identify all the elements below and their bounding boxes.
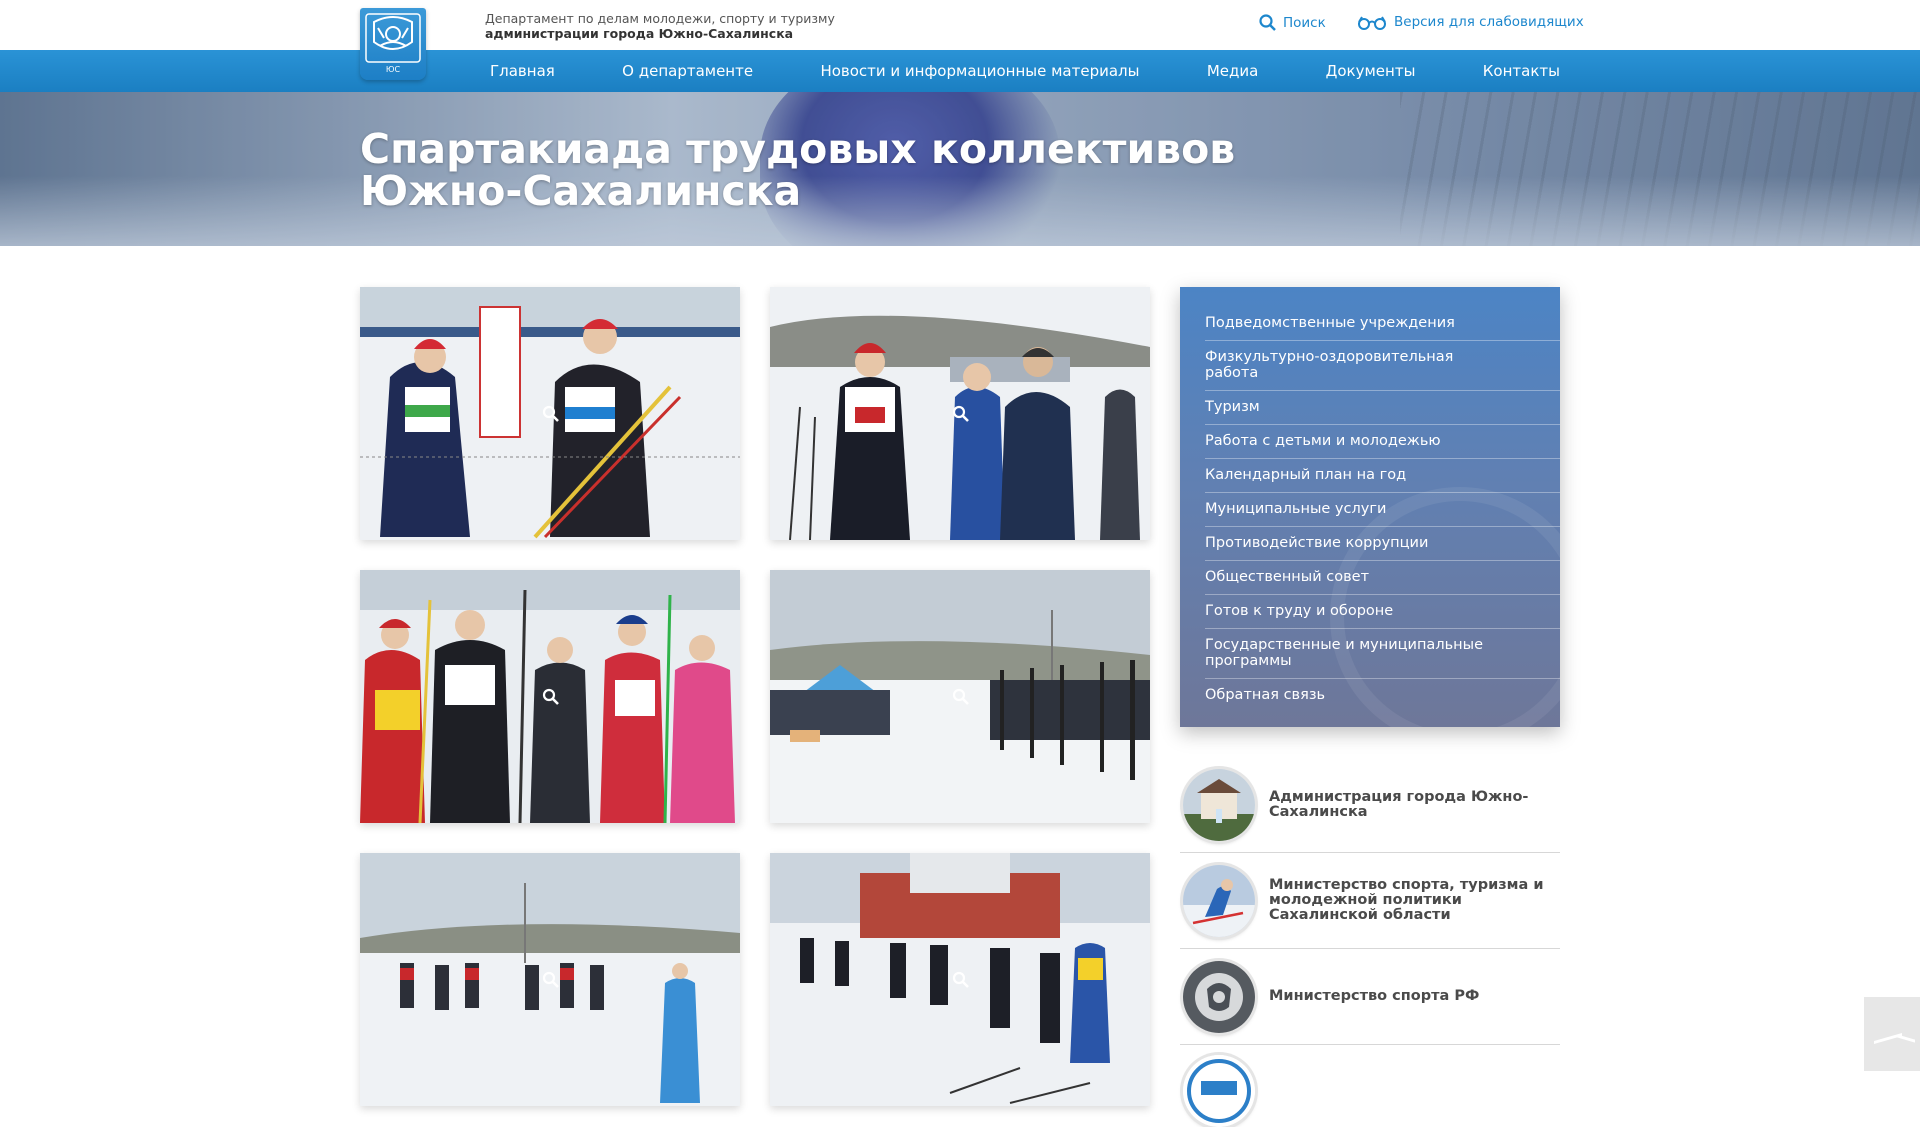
dept-line-2: администрации города Южно-Сахалинска xyxy=(485,26,794,41)
sidebar-item-youth[interactable]: Работа с детьми и молодежью xyxy=(1205,425,1560,459)
scroll-to-top-button[interactable] xyxy=(1864,997,1920,1071)
zoom-icon xyxy=(542,971,559,988)
zoom-icon xyxy=(542,688,559,705)
sidebar-item-feedback[interactable]: Обратная связь xyxy=(1205,679,1560,712)
city-hall-icon xyxy=(1183,768,1255,841)
eagle-emblem-icon xyxy=(1183,960,1255,1033)
sidebar-item-council[interactable]: Общественный совет xyxy=(1205,561,1560,595)
top-header: ЮС Департамент по делам молодежи, спорту… xyxy=(0,0,1920,80)
gallery-photo-2[interactable] xyxy=(770,287,1150,540)
nav-item-media[interactable]: Медиа xyxy=(1207,62,1258,80)
nav-item-contacts[interactable]: Контакты xyxy=(1483,62,1560,80)
sidebar-item-subordinate[interactable]: Подведомственные учреждения xyxy=(1205,307,1560,341)
sidebar-item-fitness[interactable]: Физкультурно-оздоровительная работа xyxy=(1205,341,1560,391)
gallery-photo-3[interactable] xyxy=(360,570,740,823)
gallery-photo-1[interactable] xyxy=(360,287,740,540)
svg-text:ЮС: ЮС xyxy=(386,65,401,74)
city-logo[interactable]: ЮС xyxy=(360,8,426,80)
nav-item-documents[interactable]: Документы xyxy=(1326,62,1416,80)
sidebar-menu: Подведомственные учреждения Физкультурно… xyxy=(1180,287,1560,727)
zoom-icon xyxy=(952,405,969,422)
gallery-photo-5[interactable] xyxy=(360,853,740,1106)
glasses-icon xyxy=(1358,15,1386,30)
link-label: Министерство спорта РФ xyxy=(1269,988,1480,1004)
department-title: Департамент по делам молодежи, спорту и … xyxy=(485,11,835,41)
sidebar-item-programs[interactable]: Государственные и муниципальные программ… xyxy=(1205,629,1560,679)
gallery-photo-6[interactable] xyxy=(770,853,1150,1106)
sidebar-item-services[interactable]: Муниципальные услуги xyxy=(1205,493,1560,527)
link-label: Министерство спорта, туризма и молодежно… xyxy=(1269,877,1544,923)
nav-item-news[interactable]: Новости и информационные материалы xyxy=(820,62,1139,80)
link-sports-ministry-rf[interactable]: Министерство спорта РФ xyxy=(1180,949,1560,1045)
link-gto[interactable] xyxy=(1180,1045,1560,1127)
sidebar-item-calendar[interactable]: Календарный план на год xyxy=(1205,459,1560,493)
sidebar-item-tourism[interactable]: Туризм xyxy=(1205,391,1560,425)
zoom-icon xyxy=(952,971,969,988)
link-city-administration[interactable]: Администрация города Южно-Сахалинска xyxy=(1180,757,1560,853)
main-nav: Главная О департаменте Новости и информа… xyxy=(0,50,1920,92)
accessibility-link[interactable]: Версия для слабовидящих xyxy=(1357,14,1584,30)
zoom-icon xyxy=(952,688,969,705)
skier-icon xyxy=(1183,864,1255,937)
gallery-photo-4[interactable] xyxy=(770,570,1150,823)
search-link[interactable]: Поиск xyxy=(1259,14,1326,31)
page-title: Спартакиада трудовых коллективов Южно-Са… xyxy=(360,125,1236,215)
gto-icon xyxy=(1183,1055,1255,1127)
link-regional-ministry[interactable]: Министерство спорта, туризма и молодежно… xyxy=(1180,853,1560,949)
nav-item-home[interactable]: Главная xyxy=(490,62,555,80)
search-icon xyxy=(1259,14,1276,31)
accessibility-label: Версия для слабовидящих xyxy=(1394,14,1584,30)
zoom-icon xyxy=(542,405,559,422)
hero-banner: Спартакиада трудовых коллективов Южно-Са… xyxy=(0,92,1920,246)
dept-line-1: Департамент по делам молодежи, спорту и … xyxy=(485,11,835,26)
search-label: Поиск xyxy=(1283,14,1326,31)
nav-item-about[interactable]: О департаменте xyxy=(622,62,753,80)
link-label: Администрация города Южно-Сахалинска xyxy=(1269,788,1529,820)
coat-of-arms-icon: ЮС xyxy=(365,13,421,74)
sidebar-item-gto[interactable]: Готов к труду и обороне xyxy=(1205,595,1560,629)
sidebar-item-anticorruption[interactable]: Противодействие коррупции xyxy=(1205,527,1560,561)
